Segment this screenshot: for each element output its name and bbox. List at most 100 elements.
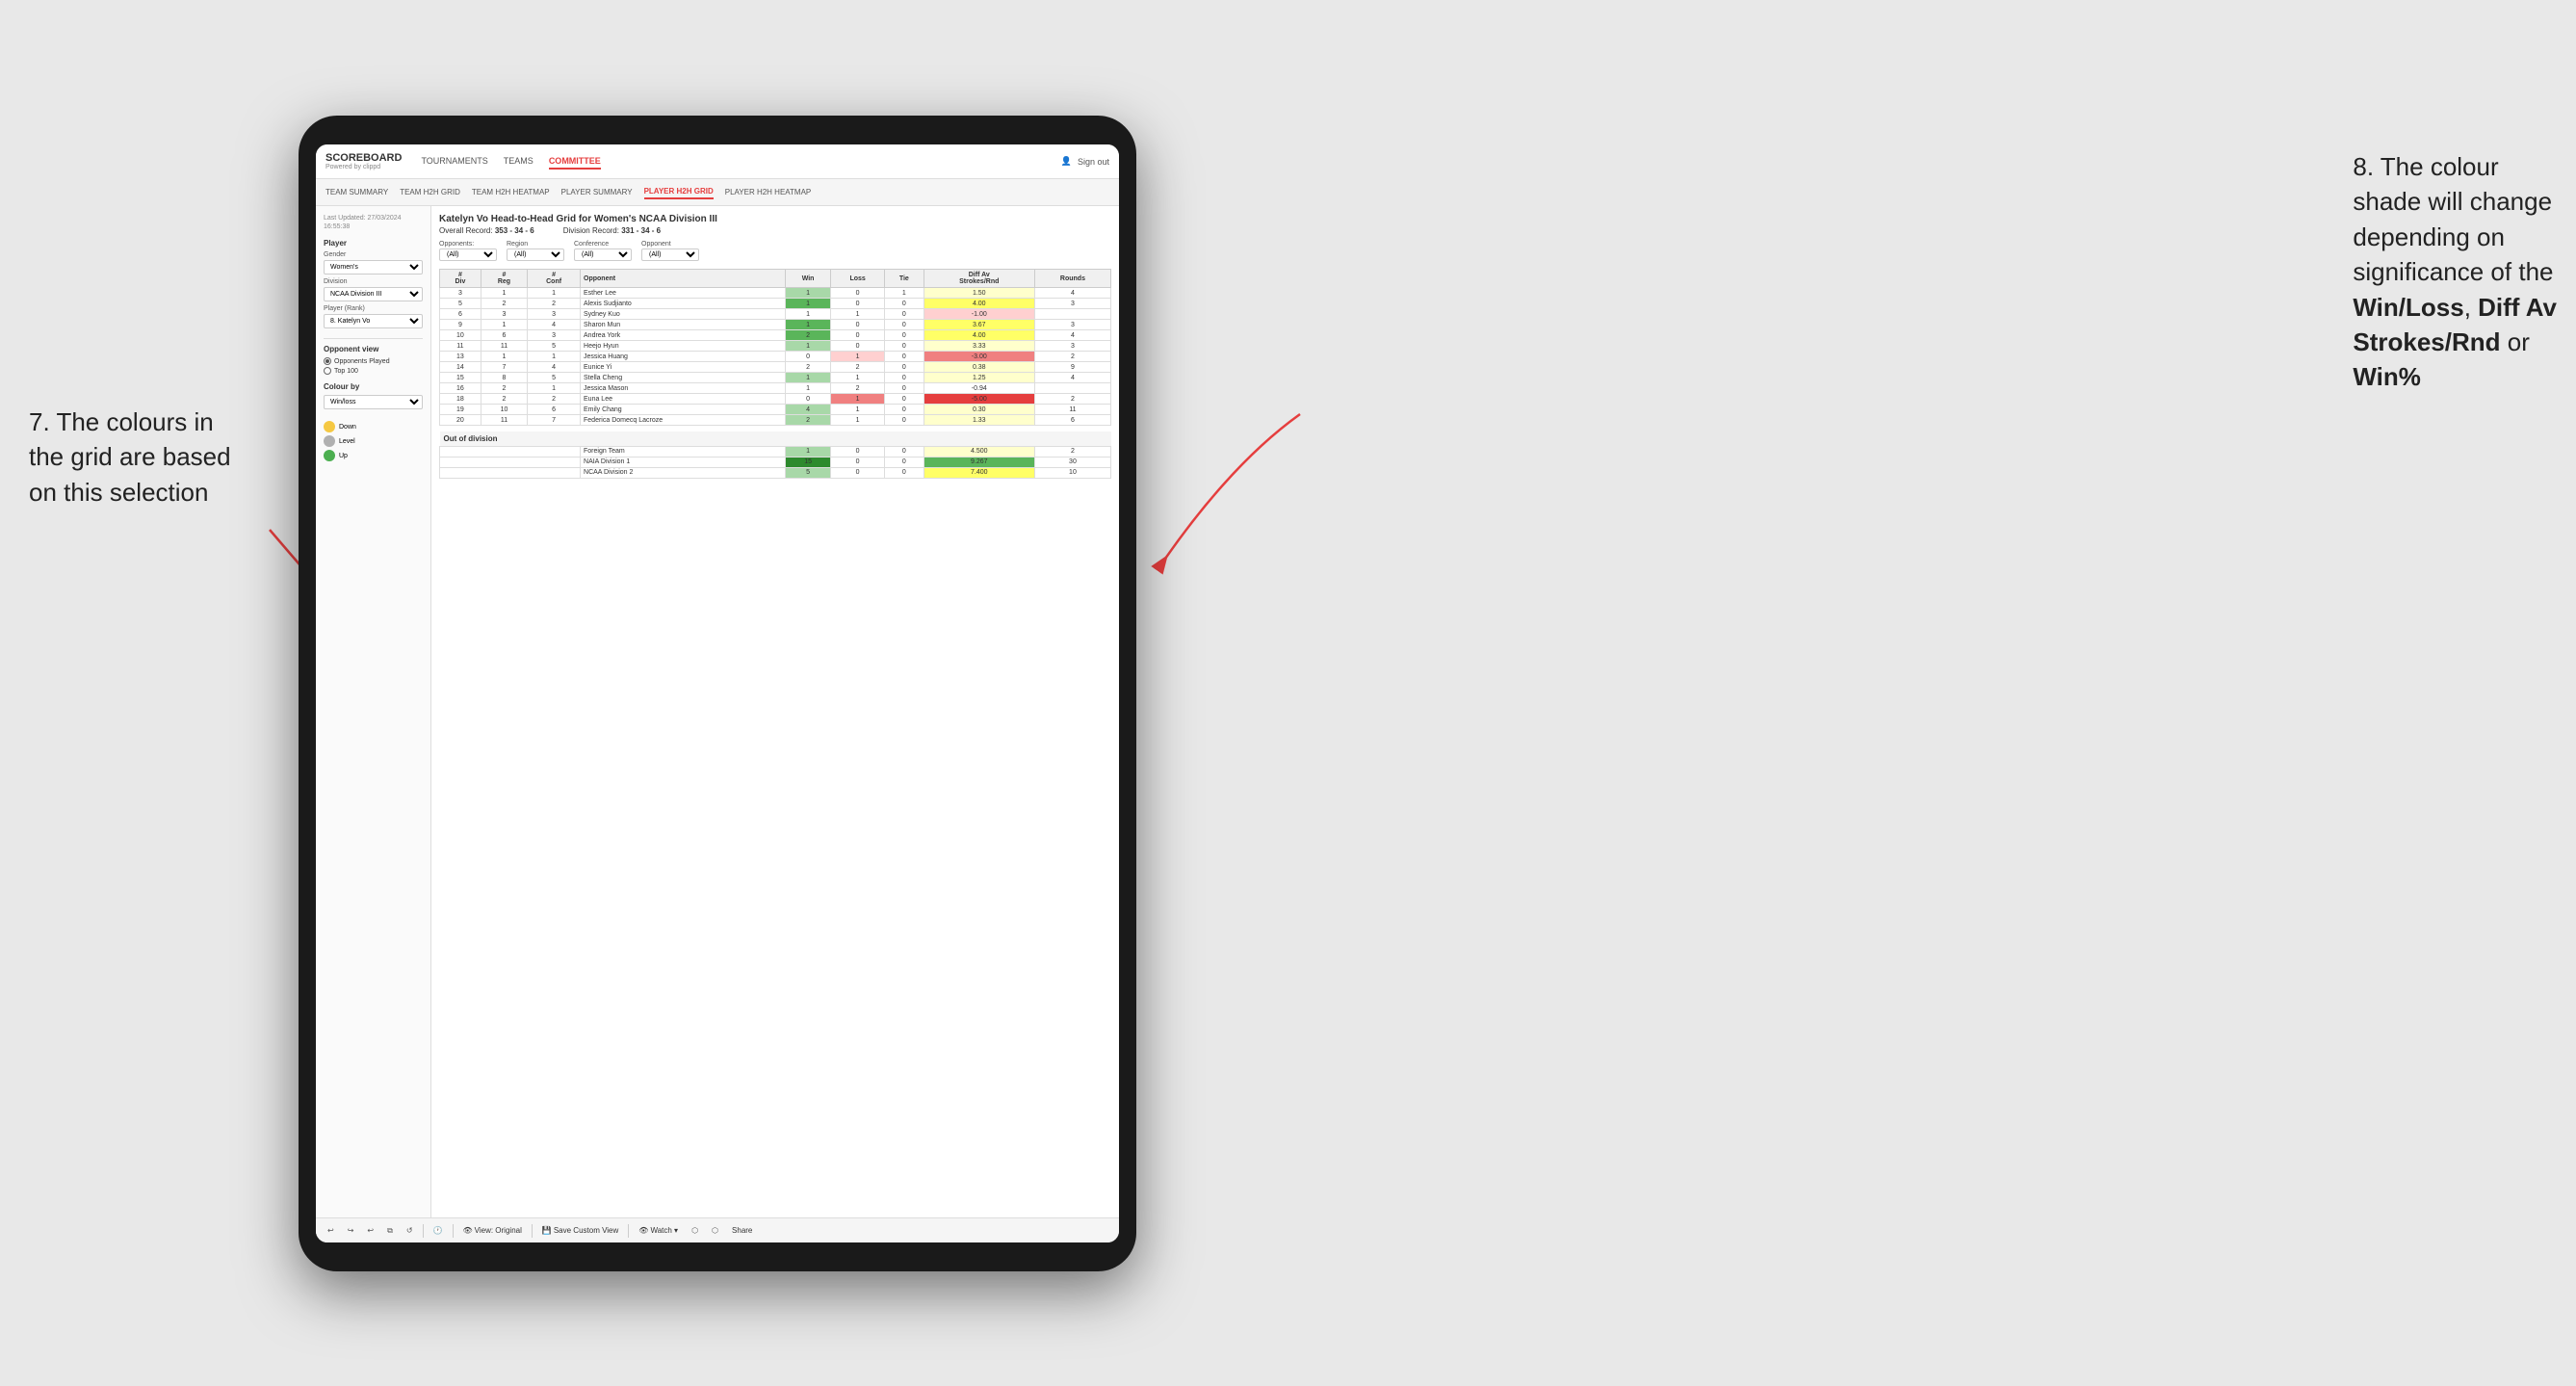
player-section-title: Player xyxy=(324,239,423,248)
cell-loss: 1 xyxy=(831,405,885,415)
opponents-filter-select[interactable]: (All) xyxy=(439,248,497,261)
table-row: 11 11 5 Heejo Hyun 1 0 0 3.33 3 xyxy=(440,341,1111,352)
cell-diff: 0.30 xyxy=(924,405,1034,415)
cell-win: 0 xyxy=(785,394,830,405)
save-custom-button[interactable]: 💾 Save Custom View xyxy=(538,1225,622,1236)
cell-rounds: 4 xyxy=(1034,373,1110,383)
subnav-player-h2h-grid[interactable]: PLAYER H2H GRID xyxy=(644,185,714,199)
cell-loss: 0 xyxy=(831,299,885,309)
annotation-left-text: 7. The colours inthe grid are basedon th… xyxy=(29,407,231,507)
cell-div xyxy=(440,467,581,478)
cell-div: 19 xyxy=(440,405,481,415)
table-row: NAIA Division 1 15 0 0 9.267 30 xyxy=(440,457,1111,467)
division-select[interactable]: NCAA Division III xyxy=(324,287,423,301)
opponent-filter-select[interactable]: (All) xyxy=(641,248,699,261)
col-reg: #Reg xyxy=(481,270,527,288)
cell-diff: 3.67 xyxy=(924,320,1034,330)
overall-record: Overall Record: 353 - 34 - 6 xyxy=(439,226,534,235)
legend-down-label: Down xyxy=(339,424,356,431)
view-original-button[interactable]: 👁 View: Original xyxy=(459,1225,526,1236)
table-header-row: #Div #Reg #Conf Opponent Win Loss Tie Di… xyxy=(440,270,1111,288)
radio-opponents-played[interactable]: Opponents Played xyxy=(324,357,423,365)
legend-down-dot xyxy=(324,421,335,432)
player-rank-label: Player (Rank) xyxy=(324,305,423,312)
left-panel: Last Updated: 27/03/2024 16:55:38 Player… xyxy=(316,206,431,1242)
out-of-division-header: Out of division xyxy=(440,431,1111,447)
colour-legend: Down Level Up xyxy=(324,421,423,461)
toolbar-divider-3 xyxy=(532,1224,533,1238)
cell-tie: 0 xyxy=(885,373,924,383)
subnav-player-summary[interactable]: PLAYER SUMMARY xyxy=(561,186,633,198)
gender-label: Gender xyxy=(324,251,423,258)
opponent-view-title: Opponent view xyxy=(324,345,423,353)
radio-label-opponents: Opponents Played xyxy=(334,358,390,365)
colour-by-title: Colour by xyxy=(324,382,423,391)
gender-select[interactable]: Women's xyxy=(324,260,423,275)
cell-div: 3 xyxy=(440,288,481,299)
cell-win: 1 xyxy=(785,373,830,383)
nav-teams[interactable]: TEAMS xyxy=(504,154,533,170)
sub-nav: TEAM SUMMARY TEAM H2H GRID TEAM H2H HEAT… xyxy=(316,179,1119,206)
opponent-filter-label: Opponent xyxy=(641,241,699,248)
region-filter-select[interactable]: (All) xyxy=(507,248,564,261)
colour-by-select[interactable]: Win/loss xyxy=(324,395,423,409)
subnav-team-h2h-heatmap[interactable]: TEAM H2H HEATMAP xyxy=(472,186,550,198)
cell-win: 2 xyxy=(785,330,830,341)
cell-reg: 8 xyxy=(481,373,527,383)
cell-opponent: Eunice Yi xyxy=(581,362,786,373)
cell-opponent: NAIA Division 1 xyxy=(581,457,786,467)
table-row: Foreign Team 1 0 0 4.500 2 xyxy=(440,446,1111,457)
tablet-device: SCOREBOARD Powered by clippd TOURNAMENTS… xyxy=(299,116,1136,1271)
app-header: SCOREBOARD Powered by clippd TOURNAMENTS… xyxy=(316,144,1119,179)
annotation-left: 7. The colours inthe grid are basedon th… xyxy=(29,405,231,510)
cell-reg: 1 xyxy=(481,320,527,330)
subnav-player-h2h-heatmap[interactable]: PLAYER H2H HEATMAP xyxy=(725,186,812,198)
cell-win: 2 xyxy=(785,362,830,373)
cell-win: 1 xyxy=(785,288,830,299)
col-win: Win xyxy=(785,270,830,288)
annotation-right-text: 8. The colourshade will changedepending … xyxy=(2353,152,2557,391)
cell-tie: 0 xyxy=(885,446,924,457)
conference-filter-select[interactable]: (All) xyxy=(574,248,632,261)
grid-records: Overall Record: 353 - 34 - 6 Division Re… xyxy=(439,226,1111,235)
col-rounds: Rounds xyxy=(1034,270,1110,288)
cell-div xyxy=(440,457,581,467)
cell-win: 1 xyxy=(785,299,830,309)
watch-button[interactable]: 👁 Watch ▾ xyxy=(635,1225,682,1236)
subnav-team-h2h-grid[interactable]: TEAM H2H GRID xyxy=(400,186,460,198)
cell-tie: 1 xyxy=(885,288,924,299)
cell-div: 9 xyxy=(440,320,481,330)
table-row: 20 11 7 Federica Domecq Lacroze 2 1 0 1.… xyxy=(440,415,1111,426)
cell-diff: 4.00 xyxy=(924,330,1034,341)
cell-rounds: 30 xyxy=(1034,457,1110,467)
cell-diff: 1.33 xyxy=(924,415,1034,426)
table-row: 15 8 5 Stella Cheng 1 1 0 1.25 4 xyxy=(440,373,1111,383)
division-label: Division xyxy=(324,278,423,285)
cell-reg: 2 xyxy=(481,394,527,405)
share-button[interactable]: Share xyxy=(728,1225,756,1236)
table-row: 9 1 4 Sharon Mun 1 0 0 3.67 3 xyxy=(440,320,1111,330)
cell-opponent: Heejo Hyun xyxy=(581,341,786,352)
cell-diff: 1.25 xyxy=(924,373,1034,383)
cell-win: 4 xyxy=(785,405,830,415)
legend-level: Level xyxy=(324,435,423,447)
cell-conf: 5 xyxy=(528,373,581,383)
cell-loss: 0 xyxy=(831,467,885,478)
nav-tournaments[interactable]: TOURNAMENTS xyxy=(421,154,487,170)
cell-conf: 6 xyxy=(528,405,581,415)
player-rank-select[interactable]: 8. Katelyn Vo xyxy=(324,314,423,328)
cell-loss: 0 xyxy=(831,446,885,457)
table-row: 18 2 2 Euna Lee 0 1 0 -5.00 2 xyxy=(440,394,1111,405)
sign-out-button[interactable]: Sign out xyxy=(1078,155,1109,169)
subnav-team-summary[interactable]: TEAM SUMMARY xyxy=(325,186,388,198)
cell-opponent: Alexis Sudjianto xyxy=(581,299,786,309)
col-diff: Diff AvStrokes/Rnd xyxy=(924,270,1034,288)
cell-diff: -3.00 xyxy=(924,352,1034,362)
cell-conf: 1 xyxy=(528,383,581,394)
main-content: Last Updated: 27/03/2024 16:55:38 Player… xyxy=(316,206,1119,1242)
radio-top100[interactable]: Top 100 xyxy=(324,367,423,375)
cell-div: 20 xyxy=(440,415,481,426)
legend-level-dot xyxy=(324,435,335,447)
annotation-right: 8. The colourshade will changedepending … xyxy=(2353,149,2557,395)
nav-committee[interactable]: COMMITTEE xyxy=(549,154,601,170)
